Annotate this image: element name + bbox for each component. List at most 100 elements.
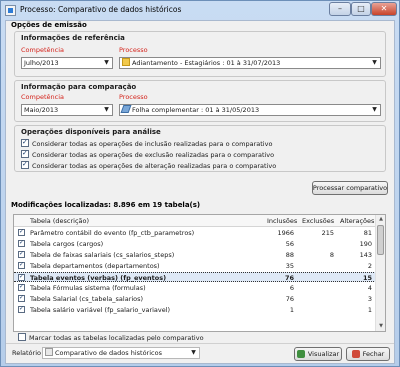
comparacao-processo-label: Processo <box>119 93 148 101</box>
row-inclusoes: 76 <box>284 274 294 282</box>
comparacao-title: Informação para comparação <box>21 83 137 91</box>
operacao-alteracao-label: Considerar todas as operações de alteraç… <box>32 162 277 170</box>
comparacao-competencia-label: Competência <box>21 93 65 101</box>
app-icon <box>5 5 16 16</box>
visualizar-button[interactable]: Visualizar <box>294 347 342 361</box>
chevron-down-icon: ▼ <box>104 59 109 66</box>
row-alteracoes: 81 <box>363 229 372 237</box>
title-bar[interactable]: Processo: Comparativo de dados histórico… <box>1 1 399 20</box>
operacao-inclusao-checkbox[interactable]: Considerar todas as operações de inclusã… <box>21 138 273 148</box>
row-checkbox[interactable] <box>18 294 25 302</box>
modificacoes-section-title: Modificações localizadas: 8.896 em 19 ta… <box>11 201 201 209</box>
row-inclusoes: 56 <box>285 240 294 248</box>
referencia-processo-label: Processo <box>119 46 148 54</box>
table-row[interactable]: Tabela de faixas salariais (cs_salarios_… <box>14 250 376 260</box>
checkbox-checked[interactable] <box>21 138 29 147</box>
row-exclusoes: 215 <box>321 229 334 237</box>
row-alteracoes: 3 <box>367 295 372 303</box>
referencia-title: Informações de referência <box>21 34 125 42</box>
table-vertical-scrollbar[interactable]: ▲ ▼ <box>375 215 385 331</box>
row-name: Parâmetro contábil do evento (fp_ctb_par… <box>30 229 195 237</box>
row-name: Tabela Fórmulas sistema (formulas) <box>30 284 146 292</box>
window-title: Processo: Comparativo de dados histórico… <box>20 5 182 14</box>
referencia-competencia-value: Julho/2013 <box>24 59 59 67</box>
scroll-thumb[interactable] <box>377 225 384 255</box>
window-client-area: Opções de emissão Informações de referên… <box>5 20 395 364</box>
row-checkbox[interactable] <box>18 250 25 258</box>
row-alteracoes: 2 <box>367 262 372 270</box>
row-alteracoes: 1 <box>367 306 372 314</box>
chevron-down-icon: ▼ <box>104 106 109 113</box>
checkbox-checked[interactable] <box>21 160 29 169</box>
row-name: Tabela eventos (verbas) (fp_eventos) <box>30 274 167 282</box>
operacao-exclusao-label: Considerar todas as operações de exclusã… <box>32 151 275 159</box>
operacao-inclusao-label: Considerar todas as operações de inclusã… <box>32 140 273 148</box>
scroll-up-icon[interactable]: ▲ <box>376 215 385 224</box>
referencia-group: Informações de referência Competência Ju… <box>14 31 386 77</box>
row-inclusoes: 6 <box>289 284 294 292</box>
row-checkbox[interactable] <box>18 273 25 281</box>
mark-all-checkbox[interactable]: Marcar todas as tabelas localizadas pelo… <box>18 333 204 342</box>
table-header: Tabela (descrição) Inclusões Exclusões A… <box>14 215 376 227</box>
close-button[interactable]: ✕ <box>371 2 397 16</box>
relatorio-select[interactable]: Comparativo de dados históricos ▼ <box>42 347 200 359</box>
comparacao-group: Informação para comparação Competência M… <box>14 80 386 122</box>
referencia-processo-value: Adiantamento - Estagiários : 01 à 31/07/… <box>132 59 281 67</box>
mark-all-label: Marcar todas as tabelas localizadas pelo… <box>29 334 204 342</box>
relatorio-label: Relatório <box>12 349 41 357</box>
referencia-processo-select[interactable]: Adiantamento - Estagiários : 01 à 31/07/… <box>119 57 381 69</box>
operacoes-group: Operações disponíveis para análise Consi… <box>14 125 386 172</box>
table-row-selected[interactable]: Tabela eventos (verbas) (fp_eventos) 76 … <box>14 272 376 282</box>
col-header-tabela[interactable]: Tabela (descrição) <box>30 217 89 225</box>
close-icon <box>351 350 360 358</box>
col-header-exclusoes[interactable]: Exclusões <box>302 217 334 225</box>
table-row[interactable]: Tabela Salarial (cs_tabela_salarios) 76 … <box>14 294 376 304</box>
fechar-button[interactable]: Fechar <box>346 347 390 361</box>
row-inclusoes: 88 <box>285 251 294 259</box>
row-inclusoes: 76 <box>285 295 294 303</box>
row-alteracoes: 190 <box>359 240 372 248</box>
col-header-alteracoes[interactable]: Alterações <box>340 217 374 225</box>
row-checkbox[interactable] <box>18 228 25 236</box>
comparacao-competencia-select[interactable]: Maio/2013 ▼ <box>21 104 113 116</box>
folder-icon <box>122 58 130 66</box>
process-window: Processo: Comparativo de dados histórico… <box>0 0 400 367</box>
row-inclusoes: 1 <box>289 306 294 314</box>
row-alteracoes: 4 <box>367 284 372 292</box>
table-row[interactable]: Tabela salário variável (fp_salario_vari… <box>14 305 376 315</box>
row-checkbox[interactable] <box>18 305 25 313</box>
report-icon <box>45 348 53 356</box>
table-row[interactable]: Tabela Fórmulas sistema (formulas) 6 4 <box>14 283 376 293</box>
minimize-button[interactable]: – <box>329 2 351 16</box>
row-exclusoes: 8 <box>329 251 334 259</box>
row-checkbox[interactable] <box>18 283 25 291</box>
comparacao-processo-select[interactable]: Folha complementar : 01 à 31/05/2013 ▼ <box>119 104 381 116</box>
row-inclusoes: 35 <box>285 262 294 270</box>
chevron-down-icon: ▼ <box>372 106 377 113</box>
row-checkbox[interactable] <box>18 261 25 269</box>
footer-bar: Relatório Comparativo de dados histórico… <box>6 343 394 364</box>
relatorio-value: Comparativo de dados históricos <box>55 349 162 357</box>
operacao-alteracao-checkbox[interactable]: Considerar todas as operações de alteraç… <box>21 160 277 170</box>
table-row[interactable]: Parâmetro contábil do evento (fp_ctb_par… <box>14 228 376 238</box>
table-row[interactable]: Tabela departamentos (departamentos) 35 … <box>14 261 376 271</box>
checkbox-unchecked[interactable] <box>18 333 26 341</box>
fechar-label: Fechar <box>362 350 385 358</box>
operacao-exclusao-checkbox[interactable]: Considerar todas as operações de exclusã… <box>21 149 275 159</box>
row-checkbox[interactable] <box>18 239 25 247</box>
comparacao-competencia-value: Maio/2013 <box>24 106 59 114</box>
chevron-down-icon: ▼ <box>372 59 377 66</box>
processar-comparativo-button[interactable]: Processar comparativo <box>312 181 388 195</box>
table-row[interactable]: Tabela cargos (cargos) 56 190 <box>14 239 376 249</box>
checkbox-checked[interactable] <box>21 149 29 158</box>
row-alteracoes: 15 <box>362 274 372 282</box>
referencia-competencia-select[interactable]: Julho/2013 ▼ <box>21 57 113 69</box>
scroll-down-icon[interactable]: ▼ <box>376 322 385 331</box>
maximize-button[interactable]: □ <box>351 2 371 16</box>
view-icon <box>296 350 305 358</box>
col-header-inclusoes[interactable]: Inclusões <box>267 217 297 225</box>
row-name: Tabela departamentos (departamentos) <box>30 262 160 270</box>
row-name: Tabela Salarial (cs_tabela_salarios) <box>30 295 144 303</box>
comparacao-processo-value: Folha complementar : 01 à 31/05/2013 <box>132 106 260 114</box>
row-name: Tabela salário variável (fp_salario_vari… <box>30 306 171 314</box>
